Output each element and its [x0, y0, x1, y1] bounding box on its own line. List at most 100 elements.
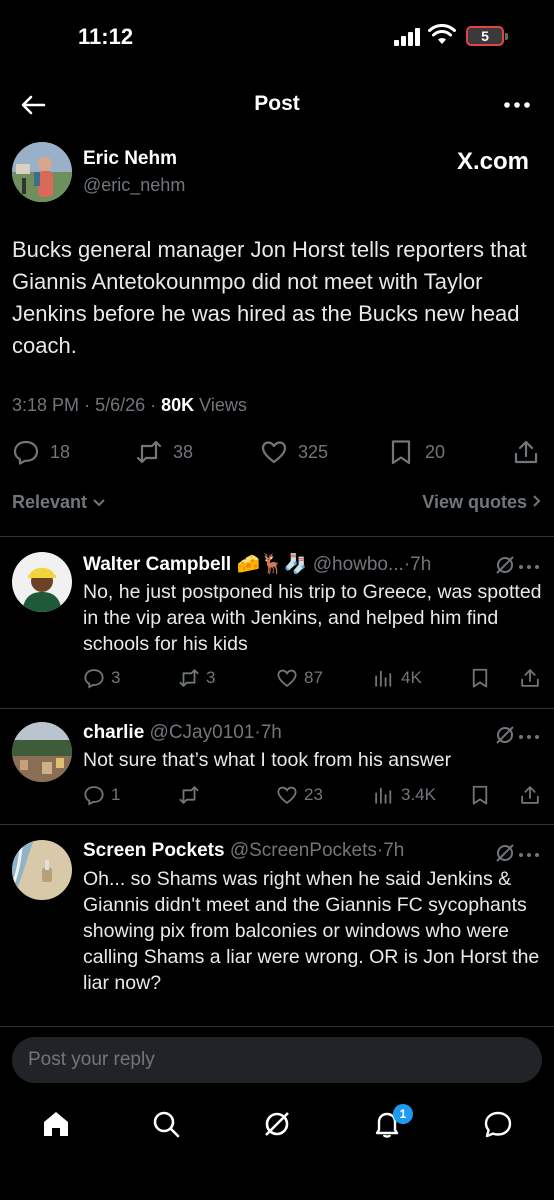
reply-item[interactable]: Screen Pockets @ScreenPockets·7h Oh... s…	[0, 824, 554, 1024]
reply-avatar[interactable]	[12, 722, 72, 782]
search-icon[interactable]	[150, 1108, 182, 1140]
share-icon	[514, 440, 538, 464]
like-button[interactable]: 325	[260, 436, 328, 468]
chevron-right-icon	[533, 495, 541, 507]
bookmark-button[interactable]: 20	[387, 436, 445, 468]
repost-icon	[136, 440, 162, 464]
reply-header: Walter Campbell 🧀🦌🧦 @howbo...·7h	[83, 554, 432, 575]
author-name[interactable]: Eric Nehm	[83, 148, 177, 170]
top-nav: Post	[0, 80, 554, 130]
bottom-tab-bar	[0, 1100, 554, 1150]
reply-button[interactable]: 1	[83, 782, 120, 808]
author-avatar[interactable]	[12, 142, 72, 202]
like-button[interactable]: 87	[276, 665, 323, 691]
reply-author-handle[interactable]: @howbo...	[313, 554, 404, 575]
views-button[interactable]: 4K	[373, 665, 422, 691]
chevron-down-icon	[93, 499, 105, 507]
reply-author-name[interactable]: charlie	[83, 722, 144, 743]
more-icon[interactable]	[518, 850, 540, 860]
views-button[interactable]: 3.4K	[373, 782, 436, 808]
reply-header: charlie @CJay0101·7h	[83, 722, 282, 743]
reply-item[interactable]: charlie @CJay0101·7h Not sure that’s wha…	[0, 708, 554, 824]
divider	[0, 1026, 554, 1027]
reply-age: 7h	[383, 840, 405, 861]
like-icon	[277, 669, 297, 687]
views-count: 3.4K	[401, 785, 436, 804]
reply-actions: 1 23 3.4K	[83, 782, 545, 808]
source-label: X.com	[456, 148, 529, 175]
post-actions: 18 38 325 20	[12, 436, 542, 468]
views-icon	[375, 787, 392, 804]
bookmark-count: 20	[425, 441, 446, 462]
repost-icon	[179, 669, 199, 687]
grok-icon[interactable]	[261, 1108, 293, 1140]
grok-icon[interactable]	[494, 724, 516, 746]
status-time: 11:12	[78, 24, 134, 49]
page-title: Post	[254, 92, 300, 115]
more-icon[interactable]	[502, 94, 532, 116]
views-count: 4K	[401, 668, 422, 687]
battery-indicator: 5	[466, 26, 508, 46]
share-icon	[521, 786, 539, 804]
wifi-icon	[428, 24, 456, 44]
reply-author-handle[interactable]: @CJay0101	[150, 722, 255, 743]
share-button[interactable]	[519, 665, 541, 691]
reply-author-name[interactable]: Screen Pockets	[83, 840, 225, 861]
reply-age: 7h	[410, 554, 432, 575]
more-icon[interactable]	[518, 732, 540, 742]
reply-button[interactable]: 3	[83, 665, 120, 691]
like-button[interactable]: 23	[276, 782, 323, 808]
repost-count: 3	[206, 668, 216, 687]
bookmark-icon	[391, 440, 411, 465]
post-author: Eric Nehm @eric_nehm X.com	[12, 142, 542, 206]
battery-level: 5	[481, 28, 489, 44]
reply-avatar[interactable]	[12, 840, 72, 900]
bookmark-icon	[472, 785, 488, 805]
post-text: Bucks general manager Jon Horst tells re…	[12, 237, 527, 358]
post-views-label: Views	[199, 395, 247, 415]
home-icon[interactable]	[40, 1108, 72, 1140]
status-bar: 11:12 5	[0, 0, 554, 70]
bookmark-icon	[472, 668, 488, 688]
share-button[interactable]	[519, 782, 541, 808]
sort-label: Relevant	[12, 492, 88, 512]
bookmark-button[interactable]	[469, 665, 491, 691]
views-icon	[375, 670, 392, 687]
post-meta: 3:18 PM · 5/6/26 · 80K Views	[12, 395, 247, 415]
grok-icon[interactable]	[494, 554, 516, 576]
repost-button[interactable]: 38	[135, 436, 193, 468]
repost-icon	[179, 786, 199, 804]
grok-icon[interactable]	[494, 842, 516, 864]
repost-count: 38	[173, 441, 194, 462]
reply-input[interactable]: Post your reply	[12, 1037, 542, 1083]
reply-icon	[84, 786, 104, 806]
repost-button[interactable]: 3	[178, 665, 215, 691]
share-button[interactable]	[512, 436, 540, 468]
like-icon	[261, 441, 287, 464]
reply-author-handle[interactable]: @ScreenPockets	[230, 840, 377, 861]
bookmark-button[interactable]	[469, 782, 491, 808]
reply-count: 18	[50, 441, 71, 462]
reply-button[interactable]: 18	[12, 436, 70, 468]
reply-actions: 3 3 87 4K	[83, 665, 545, 691]
reply-text: No, he just postponed his trip to Greece…	[83, 581, 542, 655]
reply-text: Not sure that’s what I took from his ans…	[83, 749, 452, 771]
repost-button[interactable]	[178, 782, 206, 808]
post-date[interactable]: 5/6/26	[95, 395, 145, 415]
like-count: 87	[304, 668, 323, 687]
sort-dropdown[interactable]: Relevant	[12, 492, 106, 513]
reply-author-emojis: 🧀🦌🧦	[236, 554, 308, 575]
reply-avatar[interactable]	[12, 552, 72, 612]
reply-header: Screen Pockets @ScreenPockets·7h	[83, 840, 405, 861]
post-time[interactable]: 3:18 PM	[12, 395, 79, 415]
view-quotes-link[interactable]: View quotes	[422, 492, 542, 513]
reply-item[interactable]: Walter Campbell 🧀🦌🧦 @howbo...·7h No, he …	[0, 536, 554, 708]
messages-icon[interactable]	[482, 1108, 514, 1140]
reply-author-name[interactable]: Walter Campbell	[83, 554, 231, 575]
more-icon[interactable]	[518, 562, 540, 572]
like-count: 325	[298, 441, 329, 462]
post-views-count: 80K	[161, 395, 195, 415]
cellular-signal-icon	[394, 28, 422, 46]
author-handle[interactable]: @eric_nehm	[83, 175, 185, 196]
reply-icon	[13, 440, 39, 465]
